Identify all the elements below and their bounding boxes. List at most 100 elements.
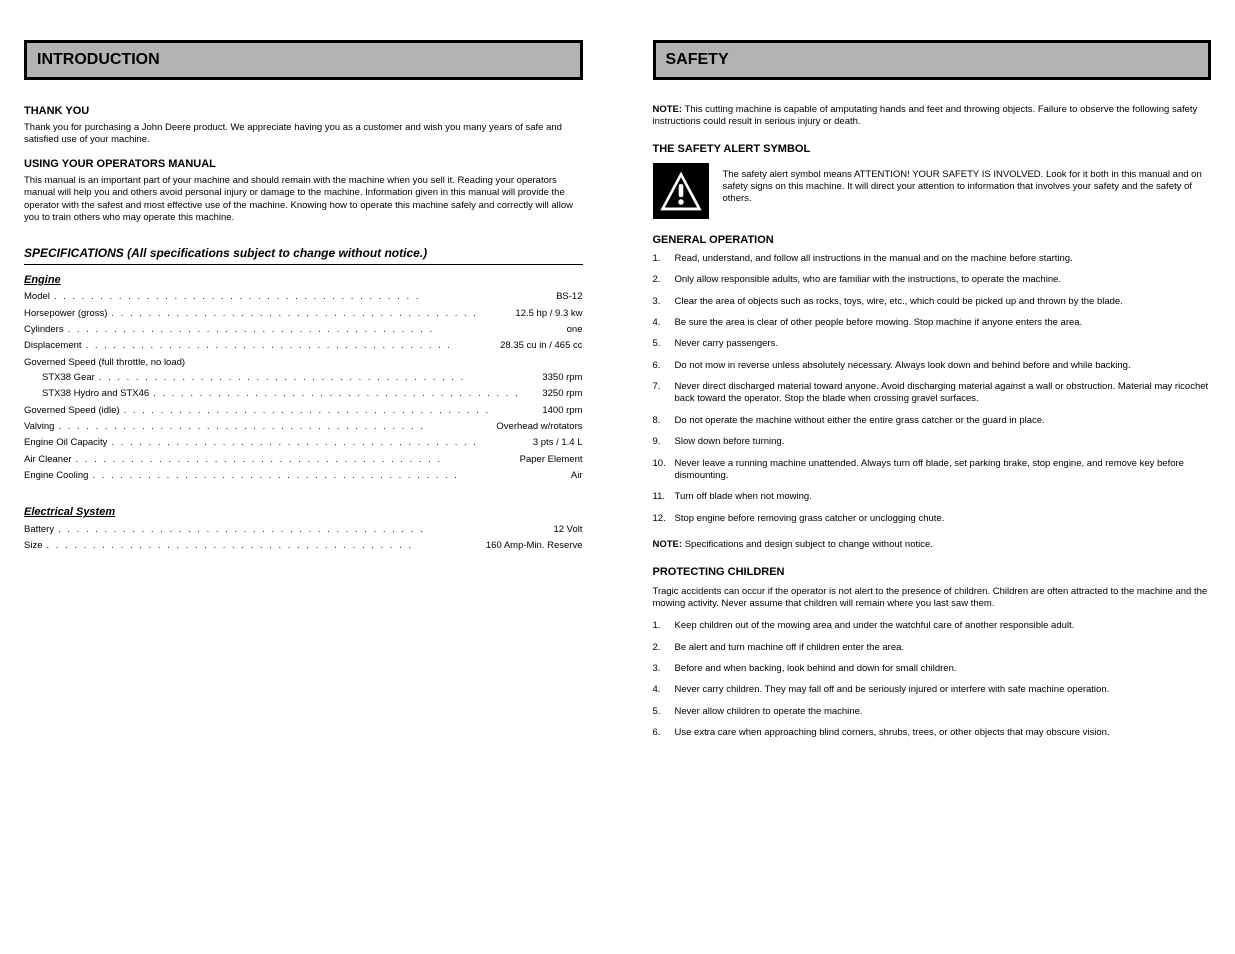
spec-dots: . . . . . . . . . . . . . . . . . . . . … — [92, 470, 566, 483]
spec-val: 12.5 hp / 9.3 kw — [515, 308, 582, 321]
list-item: 3.Clear the area of objects such as rock… — [653, 296, 1212, 308]
spec-row: Size . . . . . . . . . . . . . . . . . . … — [24, 540, 583, 553]
spec-dots: . . . . . . . . . . . . . . . . . . . . … — [46, 540, 481, 553]
spec-row: Valving . . . . . . . . . . . . . . . . .… — [24, 421, 583, 434]
note-body: This cutting machine is capable of amput… — [653, 104, 1198, 127]
spec-val: Air — [571, 470, 583, 483]
specifications-section: SPECIFICATIONS (All specifications subje… — [24, 246, 583, 553]
spec-key: Governed Speed (full throttle, no load) — [24, 357, 185, 369]
note-body: Specifications and design subject to cha… — [685, 539, 933, 550]
list-item: 4.Never carry children. They may fall of… — [653, 684, 1212, 696]
list-number: 6. — [653, 727, 675, 739]
spec-row: Horsepower (gross) . . . . . . . . . . . … — [24, 308, 583, 321]
list-text: Turn off blade when not mowing. — [675, 491, 1212, 503]
spec-row: Air Cleaner . . . . . . . . . . . . . . .… — [24, 454, 583, 467]
spec-row: Governed Speed (full throttle, no load) — [24, 357, 583, 369]
spec-key: STX38 Hydro and STX46 — [42, 388, 149, 401]
spec-row: STX38 Hydro and STX46 . . . . . . . . . .… — [24, 388, 583, 401]
spec-val: 28.35 cu in / 465 cc — [500, 340, 582, 353]
spec-key: Model — [24, 291, 50, 304]
using-title: USING YOUR OPERATORS MANUAL — [24, 157, 583, 171]
list-number: 4. — [653, 684, 675, 696]
spec-dots: . . . . . . . . . . . . . . . . . . . . … — [76, 454, 516, 467]
spec-key: STX38 Gear — [42, 372, 95, 385]
thankyou-body: Thank you for purchasing a John Deere pr… — [24, 122, 583, 147]
list-item: 6.Use extra care when approaching blind … — [653, 727, 1212, 739]
list-text: Only allow responsible adults, who are f… — [675, 274, 1212, 286]
spec-row-model: Model . . . . . . . . . . . . . . . . . … — [24, 291, 583, 304]
spec-dots: . . . . . . . . . . . . . . . . . . . . … — [58, 421, 492, 434]
spec-dots: . . . . . . . . . . . . . . . . . . . . … — [86, 340, 497, 353]
note-label: NOTE: — [653, 539, 683, 550]
spec-heading: SPECIFICATIONS (All specifications subje… — [24, 246, 583, 265]
list-item: 12.Stop engine before removing grass cat… — [653, 513, 1212, 525]
spec-dots: . . . . . . . . . . . . . . . . . . . . … — [111, 308, 511, 321]
list-number: 12. — [653, 513, 675, 525]
safety-note-2: NOTE: Specifications and design subject … — [653, 539, 1212, 551]
list-text: Stop engine before removing grass catche… — [675, 513, 1212, 525]
spec-row: Engine Cooling . . . . . . . . . . . . . … — [24, 470, 583, 483]
list-text: Be alert and turn machine off if childre… — [675, 642, 1212, 654]
list-text: Be sure the area is clear of other peopl… — [675, 317, 1212, 329]
list-item: 2.Only allow responsible adults, who are… — [653, 274, 1212, 286]
safety-note-1: NOTE: This cutting machine is capable of… — [653, 104, 1212, 129]
spec-key: Valving — [24, 421, 54, 434]
using-manual-section: USING YOUR OPERATORS MANUAL This manual … — [24, 157, 583, 225]
list-number: 9. — [653, 436, 675, 448]
left-column: INTRODUCTION THANK YOU Thank you for pur… — [24, 40, 583, 753]
spec-dots: . . . . . . . . . . . . . . . . . . . . … — [99, 372, 539, 385]
list-text: Never allow children to operate the mach… — [675, 706, 1212, 718]
spec-val: 3250 rpm — [542, 388, 582, 401]
spec-key: Displacement — [24, 340, 82, 353]
list-number: 6. — [653, 360, 675, 372]
spec-val: one — [567, 324, 583, 337]
spec-key: Battery — [24, 524, 54, 537]
list-number: 7. — [653, 381, 675, 406]
list-text: Do not mow in reverse unless absolutely … — [675, 360, 1212, 372]
list-number: 5. — [653, 706, 675, 718]
list-text: Never leave a running machine unattended… — [675, 458, 1212, 483]
list-number: 2. — [653, 274, 675, 286]
list-text: Read, understand, and follow all instruc… — [675, 253, 1212, 265]
note-label: NOTE: — [653, 104, 683, 115]
safety-symbol-body: The safety alert symbol means ATTENTION!… — [723, 163, 1212, 206]
thankyou-section: THANK YOU Thank you for purchasing a Joh… — [24, 104, 583, 147]
list-number: 5. — [653, 338, 675, 350]
list-text: Keep children out of the mowing area and… — [675, 620, 1212, 632]
spec-val: 160 Amp-Min. Reserve — [486, 540, 583, 553]
list-number: 10. — [653, 458, 675, 483]
list-item: 5.Never carry passengers. — [653, 338, 1212, 350]
list-item: 7.Never direct discharged material towar… — [653, 381, 1212, 406]
spec-val: BS-12 — [556, 291, 582, 304]
spec-key: Engine Cooling — [24, 470, 88, 483]
list-text: Before and when backing, look behind and… — [675, 663, 1212, 675]
list-item: 1.Read, understand, and follow all instr… — [653, 253, 1212, 265]
list-text: Do not operate the machine without eithe… — [675, 415, 1212, 427]
spec-key: Size — [24, 540, 42, 553]
list-item: 5.Never allow children to operate the ma… — [653, 706, 1212, 718]
spec-val: 3 pts / 1.4 L — [533, 437, 583, 450]
list-number: 1. — [653, 620, 675, 632]
spec-key: Air Cleaner — [24, 454, 72, 467]
list-item: 1.Keep children out of the mowing area a… — [653, 620, 1212, 632]
thankyou-title: THANK YOU — [24, 104, 583, 118]
list-text: Clear the area of objects such as rocks,… — [675, 296, 1212, 308]
spec-val: 12 Volt — [553, 524, 582, 537]
spec-row: Battery. . . . . . . . . . . . . . . . .… — [24, 524, 583, 537]
spec-key: Cylinders — [24, 324, 64, 337]
right-column: SAFETY NOTE: This cutting machine is cap… — [653, 40, 1212, 753]
spec-key: Horsepower (gross) — [24, 308, 107, 321]
spec-dots: . . . . . . . . . . . . . . . . . . . . … — [54, 291, 552, 304]
electrical-heading: Electrical System — [24, 505, 583, 519]
list-number: 1. — [653, 253, 675, 265]
list-text: Never direct discharged material toward … — [675, 381, 1212, 406]
list-number: 3. — [653, 296, 675, 308]
spec-key: Engine Oil Capacity — [24, 437, 107, 450]
list-item: 2.Be alert and turn machine off if child… — [653, 642, 1212, 654]
general-operation-list: 1.Read, understand, and follow all instr… — [653, 253, 1212, 525]
list-number: 4. — [653, 317, 675, 329]
spec-dots: . . . . . . . . . . . . . . . . . . . . … — [153, 388, 538, 401]
spec-row: Governed Speed (idle). . . . . . . . . .… — [24, 405, 583, 418]
protecting-children-title: PROTECTING CHILDREN — [653, 565, 1212, 579]
list-number: 2. — [653, 642, 675, 654]
